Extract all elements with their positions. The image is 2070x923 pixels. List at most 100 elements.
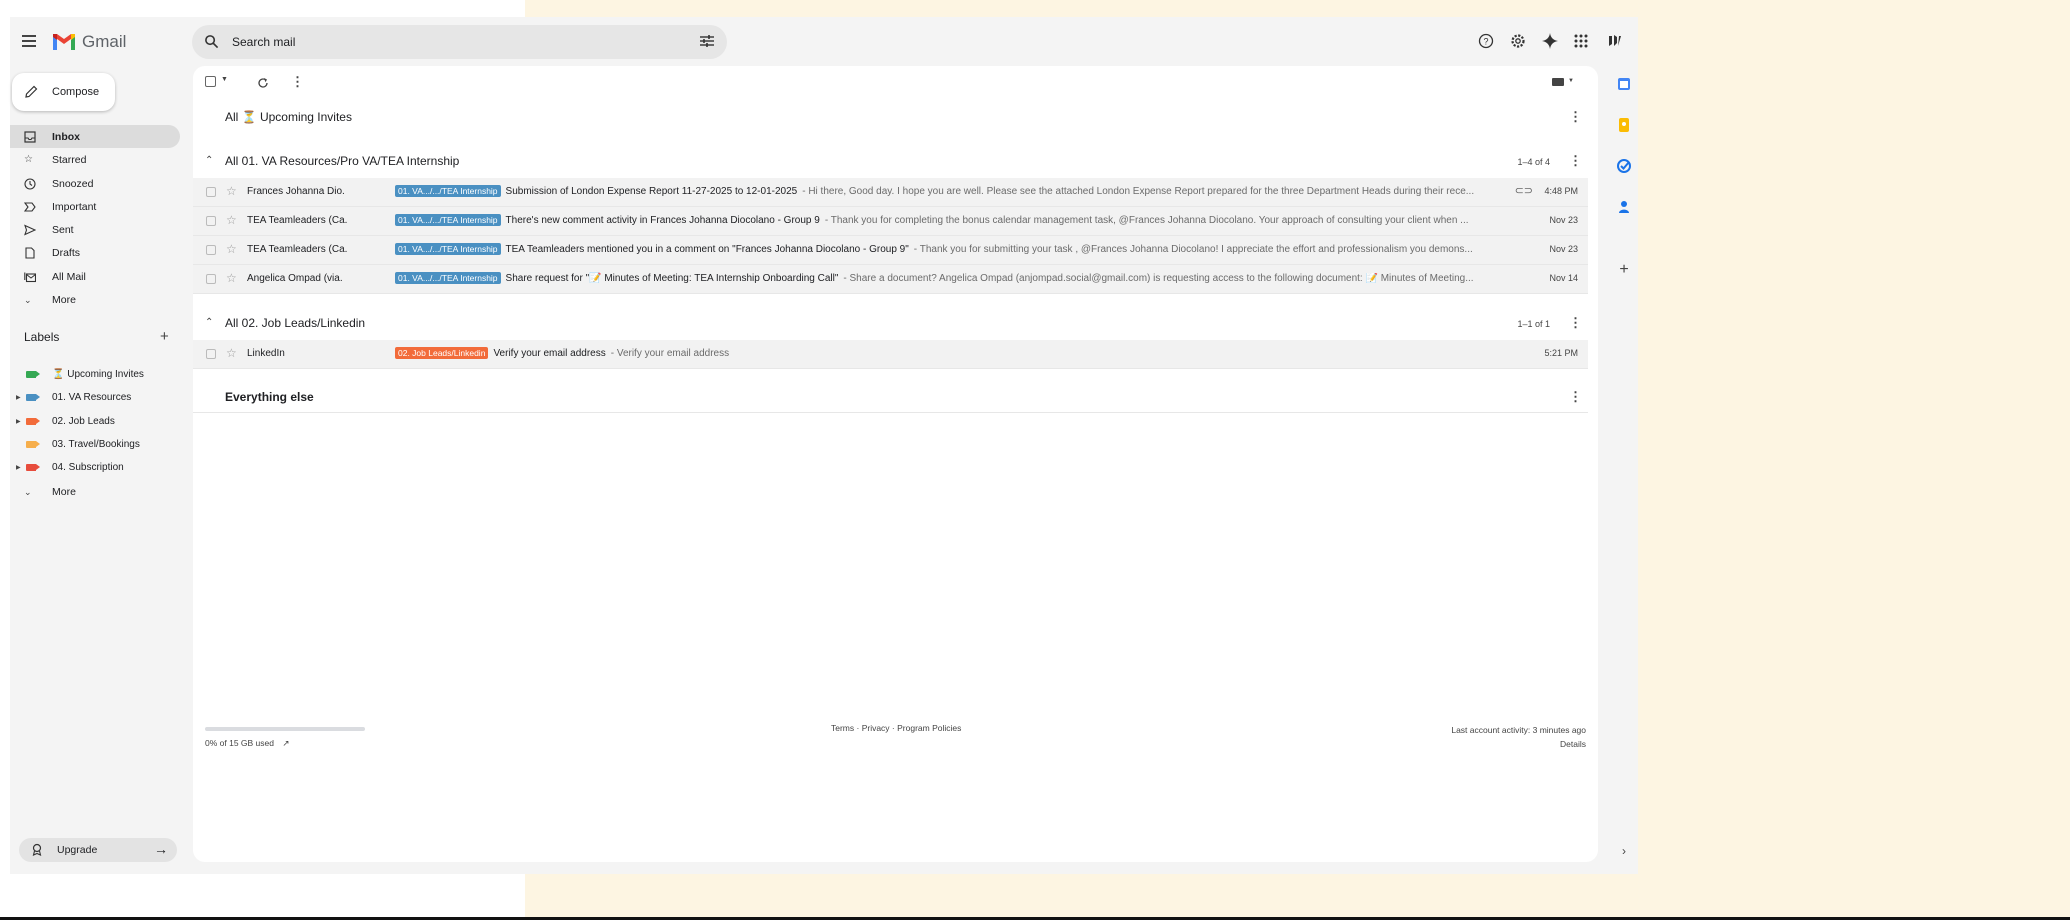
row-checkbox[interactable] [206,245,216,255]
section-options-icon[interactable]: ⋮ [1569,153,1582,169]
section-va-resources[interactable]: ⌃ All 01. VA Resources/Pro VA/TEA Intern… [193,146,1598,176]
compose-button[interactable]: Compose [12,73,115,111]
label-subscription[interactable]: ▶ 04. Subscription [10,457,180,480]
sidebar-item-starred[interactable]: ☆ Starred [10,148,180,171]
label-chip[interactable]: 01. VA.../.../TEA Internship [395,185,501,197]
row-checkbox[interactable] [206,187,216,197]
draft-icon [25,247,35,260]
sidebar-item-important[interactable]: Important [10,195,180,218]
main-menu-icon[interactable] [22,33,40,51]
external-link-icon[interactable]: ↗ [282,738,289,748]
search-input[interactable] [232,32,652,52]
calendar-icon[interactable] [1616,76,1632,92]
help-icon[interactable]: ? [1477,32,1495,50]
sidebar-item-more[interactable]: ⌄ More [10,288,180,311]
sidebar-item-inbox[interactable]: Inbox [10,125,180,149]
section-divider [193,412,1588,413]
star-icon[interactable]: ☆ [226,184,237,198]
label-chip[interactable]: 01. VA.../.../TEA Internship [395,272,501,284]
label-travel-bookings[interactable]: 03. Travel/Bookings [10,434,180,457]
section-options-icon[interactable]: ⋮ [1569,389,1582,405]
keep-icon[interactable] [1616,117,1632,133]
section-everything-else[interactable]: Everything else ⋮ [193,382,1598,412]
sidebar-item-snoozed[interactable]: Snoozed [10,172,180,195]
email-row[interactable]: ☆ LinkedIn 02. Job Leads/Linkedin Verify… [193,340,1588,369]
chevron-down-icon: ⌄ [24,295,32,306]
star-icon[interactable]: ☆ [226,346,237,360]
email-snippet: - Thank you for completing the bonus cal… [824,214,1469,226]
section-options-icon[interactable]: ⋮ [1569,315,1582,331]
section-upcoming-invites[interactable]: All ⏳ Upcoming Invites ⋮ [193,102,1598,132]
sidebar-item-sent[interactable]: Sent [10,218,180,241]
gmail-logo[interactable]: Gmail [52,32,126,52]
label-chip[interactable]: 01. VA.../.../TEA Internship [395,243,501,255]
email-row[interactable]: ☆ Angelica Ompad (via. 01. VA.../.../TEA… [193,265,1588,294]
add-addon-icon[interactable]: + [1616,262,1632,278]
email-subject: Submission of London Expense Report 11-2… [505,185,798,197]
label-va-resources[interactable]: ▶ 01. VA Resources [10,387,180,410]
expand-caret-icon[interactable]: ▶ [16,418,21,425]
email-date: Nov 23 [1549,215,1578,225]
row-checkbox[interactable] [206,216,216,226]
apps-grid-icon[interactable] [1572,32,1590,50]
sidebar-nav: Inbox ☆ Starred Snoozed Important Sent D… [10,125,180,311]
sidebar-item-all-mail[interactable]: All Mail [10,265,180,288]
labels-heading: Labels [24,330,60,344]
input-tools-dropdown-icon[interactable]: ▼ [1568,78,1574,84]
label-upcoming-invites[interactable]: ⏳ Upcoming Invites [10,364,180,387]
upgrade-shield-icon [32,843,42,856]
more-options-icon[interactable]: ⋮ [291,74,304,90]
refresh-icon[interactable] [257,77,269,89]
row-checkbox[interactable] [206,274,216,284]
label-job-leads[interactable]: ▶ 02. Job Leads [10,411,180,434]
settings-gear-icon[interactable] [1509,32,1527,50]
clock-icon [24,178,36,190]
last-activity-text: Last account activity: 3 minutes ago [1451,725,1586,735]
star-icon[interactable]: ☆ [226,213,237,227]
section-title: All 02. Job Leads/Linkedin [225,316,366,330]
storage-used[interactable]: 0% of 15 GB used ↗ [205,738,290,749]
sidebar-item-drafts[interactable]: Drafts [10,241,180,264]
search-bar[interactable] [192,25,727,59]
email-subject: There's new comment activity in Frances … [505,214,820,226]
row-checkbox[interactable] [206,349,216,359]
collapse-chevron-icon[interactable]: ⌃ [205,155,213,166]
star-icon[interactable]: ☆ [226,271,237,285]
search-icon[interactable] [204,34,219,49]
footer-links[interactable]: Terms · Privacy · Program Policies [831,723,961,733]
label-chip[interactable]: 02. Job Leads/Linkedin [395,347,489,359]
expand-caret-icon[interactable]: ▶ [16,464,21,471]
select-dropdown-icon[interactable]: ▼ [221,76,228,83]
account-avatar-icon[interactable] [1606,32,1624,50]
contacts-icon[interactable] [1616,199,1632,215]
upgrade-button[interactable]: Upgrade → [19,838,177,862]
labels-more[interactable]: ⌄ More [10,480,180,503]
collapse-chevron-icon[interactable]: ⌃ [205,317,213,328]
star-icon: ☆ [24,154,33,166]
star-icon[interactable]: ☆ [226,242,237,256]
send-icon [24,224,36,236]
section-options-icon[interactable]: ⋮ [1569,109,1582,125]
email-row[interactable]: ☆ TEA Teamleaders (Ca. 01. VA.../.../TEA… [193,207,1588,236]
label-chip[interactable]: 01. VA.../.../TEA Internship [395,214,501,226]
gemini-sparkle-icon[interactable] [1541,32,1559,50]
expand-caret-icon[interactable]: ▶ [16,394,21,401]
email-row[interactable]: ☆ Frances Johanna Dio. 01. VA.../.../TEA… [193,178,1588,207]
label-tag-icon [26,394,40,402]
label-tag-icon [26,417,40,425]
label-name: 01. VA Resources [52,392,132,404]
sidebar-item-label: Important [52,200,97,213]
pencil-icon [25,85,38,98]
section-job-leads[interactable]: ⌃ All 02. Job Leads/Linkedin 1–1 of 1 ⋮ [193,308,1598,338]
section-title: Everything else [225,390,314,404]
details-link[interactable]: Details [1451,737,1586,751]
input-tools-keyboard-icon[interactable] [1552,78,1564,86]
select-all-checkbox[interactable] [205,76,216,90]
show-side-panel-icon[interactable]: › [1616,843,1632,859]
label-name: 02. Job Leads [52,415,115,427]
create-label-icon[interactable]: + [160,328,169,345]
email-row[interactable]: ☆ TEA Teamleaders (Ca. 01. VA.../.../TEA… [193,236,1588,265]
email-snippet: - Thank you for submitting your task , @… [913,243,1473,255]
search-options-icon[interactable] [699,34,715,48]
tasks-icon[interactable] [1616,158,1632,174]
